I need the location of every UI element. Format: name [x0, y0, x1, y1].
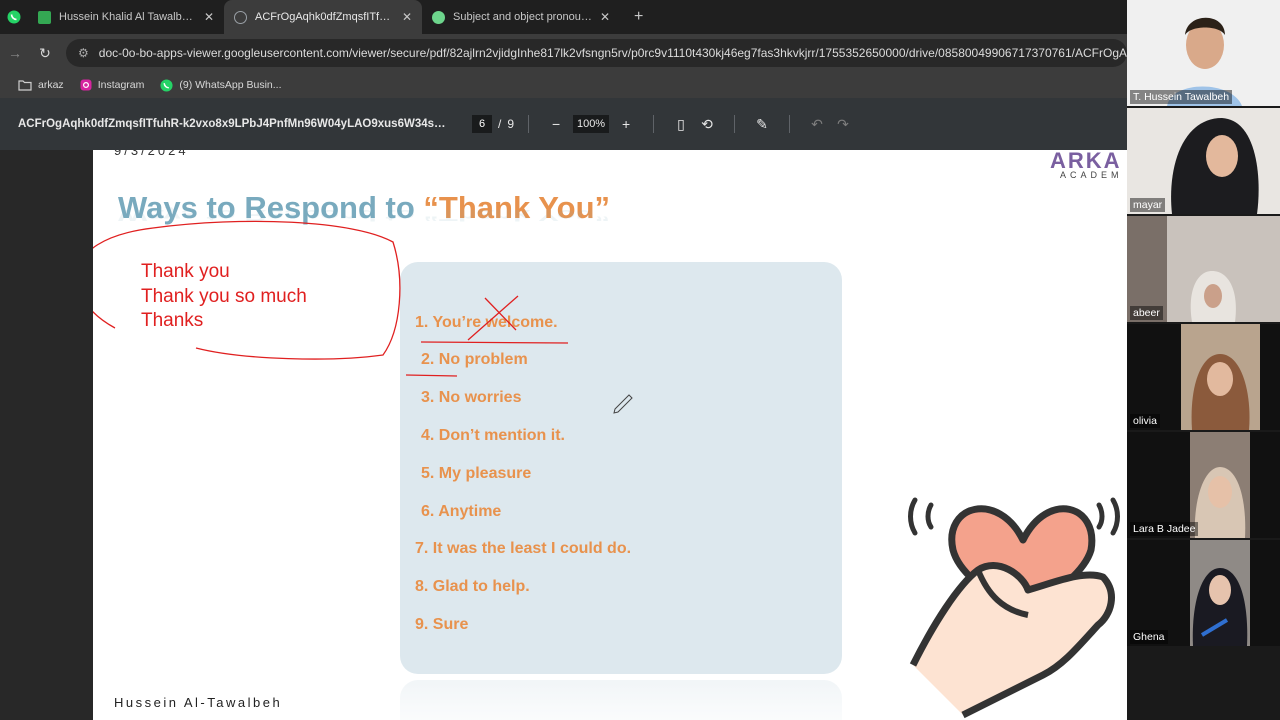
whatsapp-icon	[160, 78, 173, 92]
total-pages: 9	[507, 117, 515, 131]
zoom-out-button[interactable]: −	[543, 116, 569, 132]
tab-title: Hussein Khalid Al Tawalbeh - Gr	[59, 11, 196, 23]
close-tab-icon[interactable]: ✕	[196, 10, 214, 24]
slide-author: Hussein Al-Tawalbeh	[114, 695, 283, 710]
note-line: Thank you so much	[141, 285, 307, 307]
participant-tile[interactable]: abeer	[1127, 216, 1280, 322]
response-item: 7. It was the least I could do.	[415, 540, 632, 557]
participant-tile[interactable]: Lara B Jadee	[1127, 432, 1280, 538]
toolbar-divider	[528, 115, 530, 133]
participant-name: mayar	[1130, 198, 1166, 212]
academy-logo-subtitle: ACADEM	[1060, 170, 1123, 180]
close-tab-icon[interactable]: ✕	[592, 10, 610, 24]
tab-title: Subject and object pronouns, p	[453, 11, 592, 23]
annotate-pen-icon[interactable]: ✎	[749, 116, 775, 133]
tab-title: ACFrOgAqhk0dfZmqsfITfuhR-k	[255, 11, 394, 23]
bookmark-whatsapp[interactable]: (9) WhatsApp Busin...	[160, 78, 282, 92]
zoom-in-button[interactable]: +	[613, 116, 639, 132]
response-item: 6. Anytime	[421, 503, 502, 520]
title-accent-reflection: “Thank You”	[423, 206, 611, 225]
rotate-icon[interactable]: ⟲	[694, 116, 720, 133]
heart-in-hand-icon	[908, 497, 1120, 719]
toolbar-divider	[653, 115, 655, 133]
response-item: 4. Don’t mention it.	[421, 427, 565, 444]
url-text: doc-0o-bo-apps-viewer.googleusercontent.…	[98, 46, 1127, 60]
participant-name: Lara B Jadee	[1130, 522, 1199, 536]
bookmark-label: arkaz	[38, 79, 64, 91]
note-line: Thank you	[141, 261, 230, 282]
undo-icon[interactable]: ↶	[804, 116, 830, 133]
reload-icon[interactable]: ↻	[30, 45, 60, 62]
participant-name: olivia	[1130, 414, 1160, 428]
participant-tile[interactable]: olivia	[1127, 324, 1280, 430]
response-item: 9. Sure	[415, 616, 469, 633]
tab-strip: Hussein Khalid Al Tawalbeh - Gr ✕ ACFrOg…	[0, 0, 1127, 34]
participant-name: Ghena	[1130, 630, 1168, 644]
fit-page-icon[interactable]: ▯	[668, 116, 694, 133]
zoom-level-input[interactable]: 100%	[573, 115, 610, 133]
folder-icon	[18, 79, 32, 91]
pdf-viewport[interactable]: 9/3/2024 ARKA ACADEM Ways to Respond to …	[0, 150, 1127, 720]
screen: Hussein Khalid Al Tawalbeh - Gr ✕ ACFrOg…	[0, 0, 1280, 720]
bookmark-arkaz[interactable]: arkaz	[18, 79, 64, 91]
check-circle-icon	[432, 10, 445, 24]
site-info-icon[interactable]: ⚙	[78, 46, 89, 60]
bookmark-label: (9) WhatsApp Busin...	[179, 79, 282, 91]
response-item: 8. Glad to help.	[415, 578, 530, 595]
bookmarks-bar: arkaz Instagram (9) WhatsApp Busin...	[0, 72, 1127, 98]
forward-arrow-icon[interactable]: →	[0, 45, 30, 61]
page-separator: /	[498, 117, 502, 131]
participant-tile[interactable]: mayar	[1127, 108, 1280, 214]
pinned-whatsapp-tab[interactable]	[0, 0, 28, 34]
tab-gradebook[interactable]: Hussein Khalid Al Tawalbeh - Gr ✕	[28, 0, 224, 34]
participant-name: T. Hussein Tawalbeh	[1130, 90, 1233, 104]
bookmark-label: Instagram	[97, 79, 145, 91]
new-tab-button[interactable]: +	[634, 8, 643, 26]
page-number-input[interactable]: 6	[472, 115, 492, 133]
response-item: 1. You’re welcome.	[415, 314, 558, 331]
card-reflection	[400, 680, 842, 720]
response-item: 5. My pleasure	[421, 465, 532, 482]
tab-pronouns[interactable]: Subject and object pronouns, p ✕	[422, 0, 620, 34]
title-plain-reflection: Ways to Respond to	[118, 206, 424, 225]
participant-panel: T. Hussein Tawalbeh mayar abeer olivia L…	[1127, 0, 1280, 720]
pdf-toolbar: ACFrOgAqhk0dfZmqsfITfuhR-k2vxo8x9LPbJ4Pn…	[0, 98, 1127, 150]
slide-date: 9/3/2024	[114, 150, 189, 158]
whatsapp-icon	[7, 10, 21, 24]
pdf-page: 9/3/2024 ARKA ACADEM Ways to Respond to …	[93, 150, 1127, 720]
handwritten-note: Thank you Thank you so much Thanks	[141, 260, 307, 334]
participant-tile[interactable]: T. Hussein Tawalbeh	[1127, 0, 1280, 106]
browser-toolbar: → ↻ ⚙ doc-0o-bo-apps-viewer.googleuserco…	[0, 34, 1127, 72]
instagram-icon	[80, 79, 92, 91]
response-item: 2. No problem	[421, 351, 528, 368]
note-line: Thanks	[141, 310, 204, 331]
globe-icon	[234, 10, 247, 24]
bookmark-instagram[interactable]: Instagram	[80, 79, 145, 91]
title-reflection: Ways to Respond to “Thank You”	[118, 206, 611, 225]
pdf-filename: ACFrOgAqhk0dfZmqsfITfuhR-k2vxo8x9LPbJ4Pn…	[18, 118, 448, 130]
address-bar[interactable]: ⚙ doc-0o-bo-apps-viewer.googleuserconten…	[66, 39, 1127, 67]
toolbar-divider	[789, 115, 791, 133]
close-tab-icon[interactable]: ✕	[394, 10, 412, 24]
redo-icon[interactable]: ↷	[830, 116, 856, 133]
toolbar-divider	[734, 115, 736, 133]
tab-pdf-viewer[interactable]: ACFrOgAqhk0dfZmqsfITfuhR-k ✕	[224, 0, 422, 34]
participant-tile[interactable]: Ghena	[1127, 540, 1280, 646]
participant-name: abeer	[1130, 306, 1163, 320]
sheets-icon	[38, 10, 51, 24]
response-item: 3. No worries	[421, 389, 522, 406]
